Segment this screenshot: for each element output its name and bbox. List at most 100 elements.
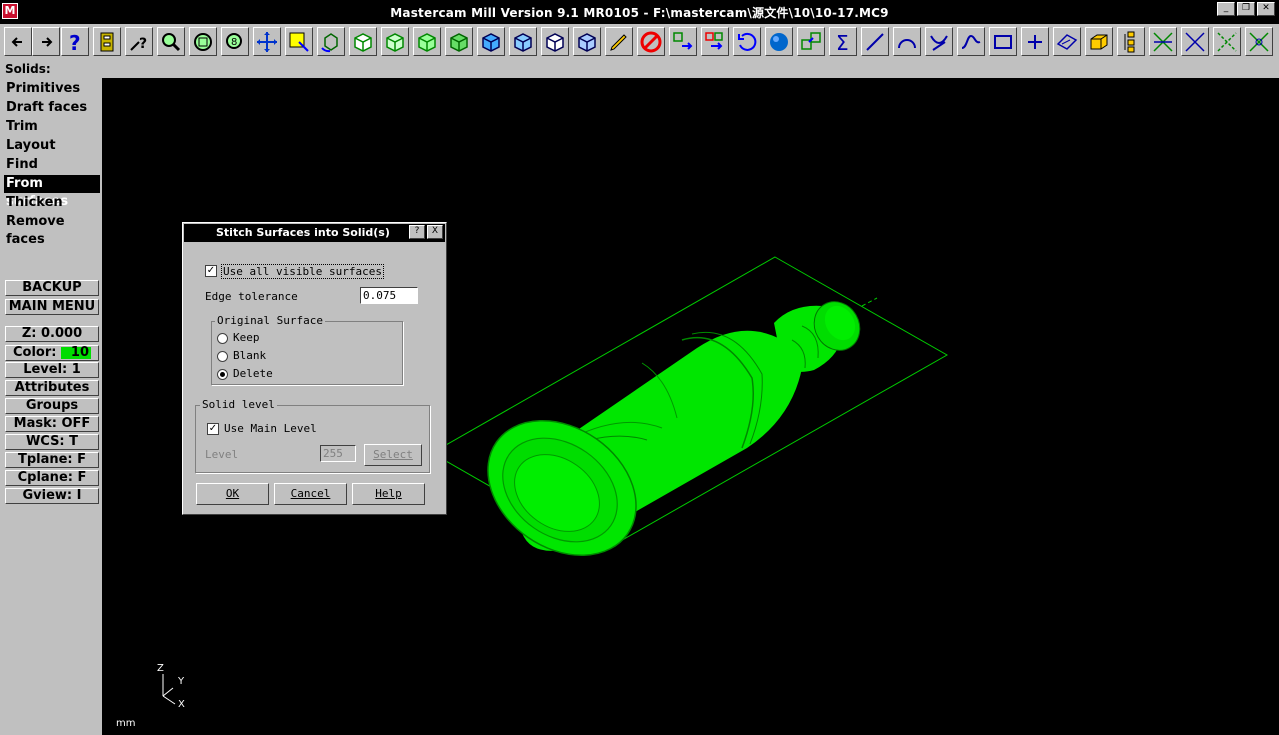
rectangle-icon[interactable] [989,27,1017,56]
wcs-button[interactable]: WCS: T [5,434,99,450]
level-label: Level [205,448,239,461]
arc-icon[interactable] [893,27,921,56]
delete-label[interactable]: Delete [233,367,273,380]
transform-icon[interactable] [669,27,697,56]
extend-icon[interactable] [1213,27,1241,56]
pencil-icon[interactable] [605,27,633,56]
zoom-icon[interactable] [157,27,185,56]
solid-level-label: Solid level [200,398,277,411]
help-button[interactable]: Help [352,483,425,505]
toolbar: ? ? 8 Σ [0,24,1279,61]
svg-text:8: 8 [231,37,237,48]
blank-label[interactable]: Blank [233,349,266,362]
level-field: 255 [320,445,356,462]
pan-icon[interactable] [253,27,281,56]
sigma-icon[interactable]: Σ [829,27,857,56]
axis-z-label: Z [157,663,164,674]
menu-item-trim[interactable]: Trim [4,118,100,136]
menu-item-remove-faces[interactable]: Remove faces [4,213,100,247]
axis-y-label: Y [178,676,185,687]
tree-icon[interactable] [1117,27,1145,56]
bottle-solid [487,301,861,556]
fillet-icon[interactable] [1245,27,1273,56]
axis-triad: Z Y X [150,660,200,720]
menu-item-primitives[interactable]: Primitives [4,80,100,98]
view-cube-1-icon[interactable] [477,27,505,56]
sphere-icon[interactable] [765,27,793,56]
dialog-close-button[interactable]: X [427,225,443,239]
menu-item-thicken[interactable]: Thicken [4,194,100,212]
svg-text:?: ? [139,36,147,52]
blank-radio[interactable] [217,351,228,362]
point-icon[interactable] [1021,27,1049,56]
menu-item-from-surfaces[interactable]: From surfaces [4,175,100,209]
plane-dash [861,297,878,307]
view-cube-2-icon[interactable] [509,27,537,56]
file-cabinet-icon[interactable] [93,27,121,56]
forward-arrow-icon[interactable] [32,27,60,56]
view-iso-4-icon[interactable] [445,27,473,56]
solid-box-icon[interactable] [1085,27,1113,56]
menu-item-draft-faces[interactable]: Draft faces [4,99,100,117]
multi-transform-icon[interactable] [701,27,729,56]
menu-item-layout[interactable]: Layout [4,137,100,155]
keep-radio[interactable] [217,333,228,344]
view-iso-2-icon[interactable] [381,27,409,56]
copy-icon[interactable] [797,27,825,56]
edge-tolerance-label: Edge tolerance [205,290,298,303]
minimize-button[interactable]: _ [1217,2,1235,16]
break-icon[interactable] [1149,27,1177,56]
back-arrow-icon[interactable] [4,27,32,56]
use-main-level-label[interactable]: Use Main Level [224,422,317,435]
mask-button[interactable]: Mask: OFF [5,416,99,432]
view-cube-4-icon[interactable] [573,27,601,56]
color-button[interactable]: Color: 10 [5,345,99,361]
fit-icon[interactable] [189,27,217,56]
no-entry-icon[interactable] [637,27,665,56]
undo-icon[interactable] [733,27,761,56]
backup-button[interactable]: BACKUP [5,280,99,296]
line-icon[interactable] [861,27,889,56]
ok-button[interactable]: OK [196,483,269,505]
rotate-icon[interactable] [317,27,345,56]
svg-text:Σ: Σ [836,31,849,54]
query-icon[interactable]: ? [125,27,153,56]
gview-button[interactable]: Gview: I [5,488,99,504]
restore-button[interactable]: ❐ [1237,2,1255,16]
attributes-button[interactable]: Attributes [5,380,99,396]
level-button[interactable]: Level: 1 [5,362,99,378]
view-cube-3-icon[interactable] [541,27,569,56]
tplane-button[interactable]: Tplane: F [5,452,99,468]
keep-label[interactable]: Keep [233,331,260,344]
window-title: Mastercam Mill Version 9.1 MR0105 - F:\m… [390,6,889,20]
zoom-window-icon[interactable]: 8 [221,27,249,56]
delete-radio[interactable] [217,369,228,380]
main-menu-button[interactable]: MAIN MENU [5,299,99,315]
dialog-title: Stitch Surfaces into Solid(s) [184,224,445,242]
menu-item-find-features[interactable]: Find features [4,156,100,190]
plane-icon[interactable] [1053,27,1081,56]
select-icon[interactable] [285,27,313,56]
view-iso-1-icon[interactable] [349,27,377,56]
use-main-level-checkbox[interactable]: ✓ [207,423,219,435]
dialog-help-button[interactable]: ? [409,225,425,239]
cancel-button[interactable]: Cancel [274,483,347,505]
use-all-visible-checkbox[interactable]: ✓ [205,265,217,277]
close-window-button[interactable]: ✕ [1257,2,1275,16]
title-bar: M Mastercam Mill Version 9.1 MR0105 - F:… [0,0,1279,24]
edge-tolerance-field[interactable]: 0.075 [360,287,418,304]
select-level-button: Select [364,444,422,466]
groups-button[interactable]: Groups [5,398,99,414]
cplane-button[interactable]: Cplane: F [5,470,99,486]
divide-icon[interactable] [1181,27,1209,56]
trim-icon[interactable] [925,27,953,56]
use-all-visible-label[interactable]: Use all visible surfaces [221,264,384,279]
spline-icon[interactable] [957,27,985,56]
prompt-bar: Solids: [0,60,1279,78]
view-iso-3-icon[interactable] [413,27,441,56]
z-depth-button[interactable]: Z: 0.000 [5,326,99,342]
color-label: Color: [13,345,57,360]
svg-text:?: ? [69,31,81,54]
color-swatch: 10 [61,346,91,359]
help-icon[interactable]: ? [61,27,89,56]
